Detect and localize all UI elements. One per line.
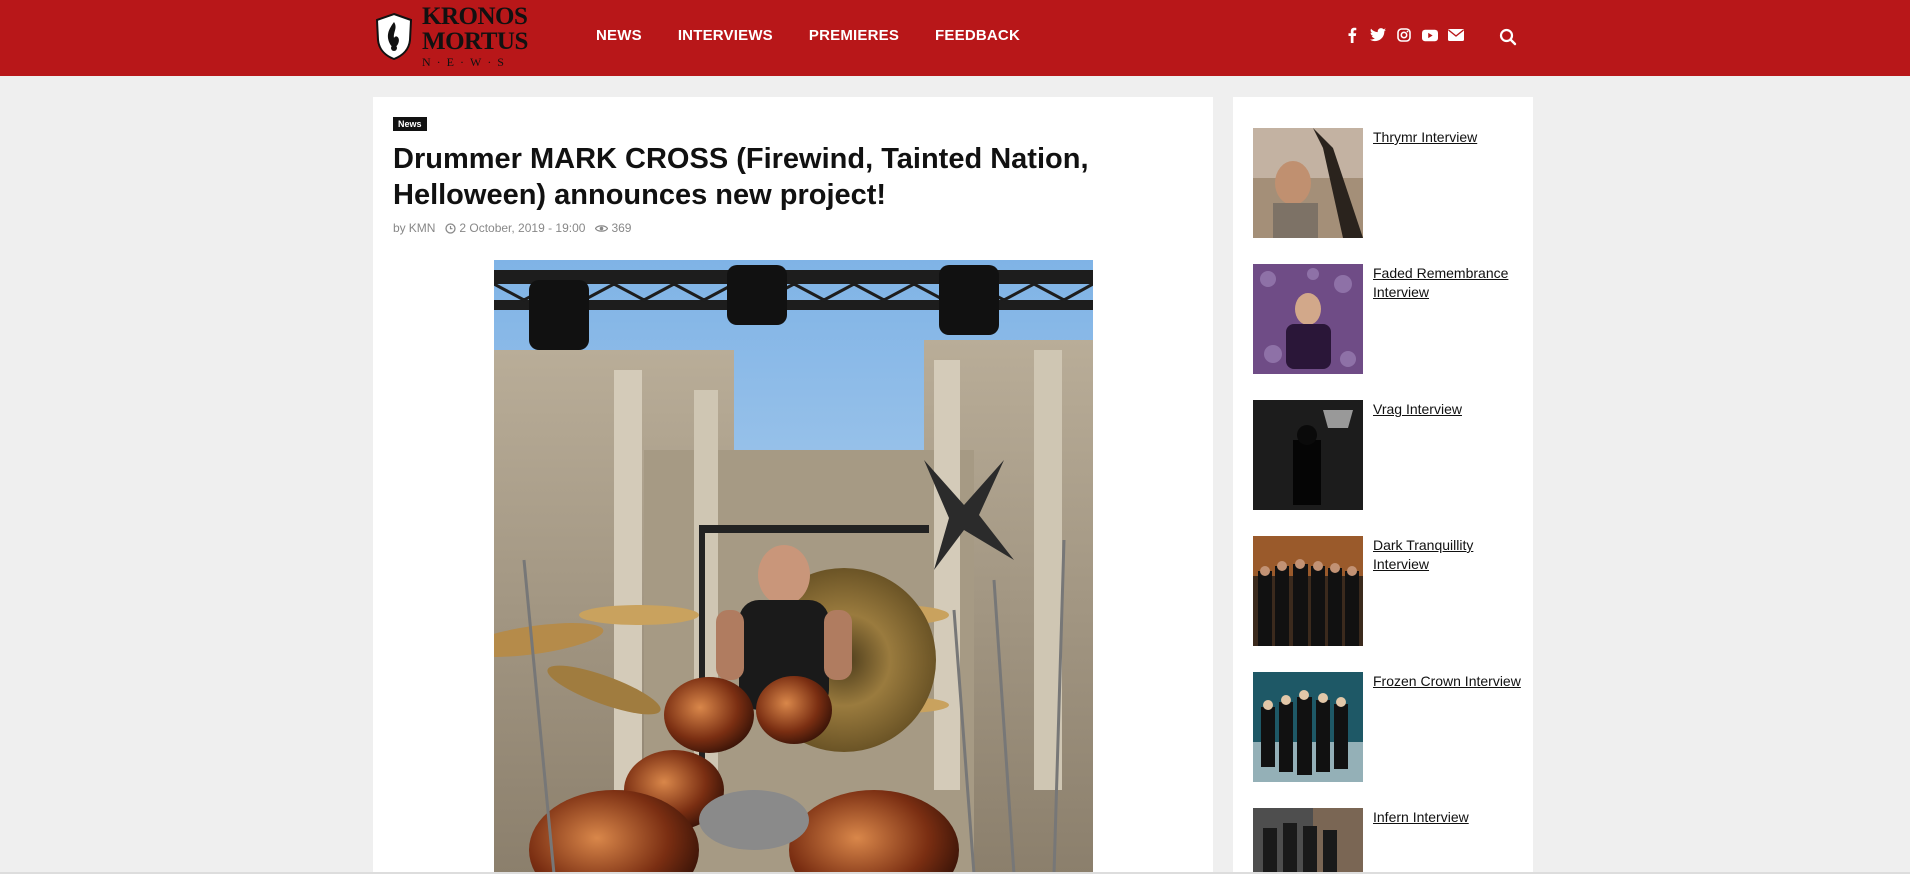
instagram-icon[interactable] (1396, 27, 1412, 43)
logo-shield-icon (375, 12, 413, 60)
sidebar-item-thumbnail[interactable] (1253, 536, 1363, 646)
article-title: Drummer MARK CROSS (Firewind, Tainted Na… (393, 143, 1089, 211)
author-meta: by KMN (393, 221, 435, 235)
sidebar-item-title[interactable]: Faded Remembrance Interview (1373, 264, 1523, 302)
logo-line-1: KRONOS (422, 3, 528, 30)
sidebar-item-thumbnail[interactable] (1253, 128, 1363, 238)
nav-item-interviews[interactable]: INTERVIEWS (678, 27, 773, 44)
sidebar-item-title[interactable]: Frozen Crown Interview (1373, 672, 1523, 691)
nav-item-news[interactable]: NEWS (596, 27, 642, 44)
author-prefix: by (393, 221, 406, 235)
envelope-icon[interactable] (1448, 27, 1464, 43)
sidebar-item-title[interactable]: Thrymr Interview (1373, 128, 1523, 147)
sidebar-item-title[interactable]: Dark Tranquillity Interview (1373, 536, 1523, 574)
logo-wordmark: KRONOS MORTUS N·E·W·S (422, 4, 528, 68)
eye-icon (595, 224, 609, 232)
sidebar-item-title[interactable]: Vrag Interview (1373, 400, 1523, 419)
logo-line-3: N·E·W·S (422, 55, 510, 69)
nav-item-feedback[interactable]: FEEDBACK (935, 27, 1020, 44)
category-badge[interactable]: News (393, 117, 427, 131)
views-meta: 369 (595, 221, 631, 235)
date-meta: 2 October, 2019 - 19:00 (445, 221, 585, 235)
article-meta: by KMN 2 October, 2019 - 19:00 369 (393, 221, 631, 235)
sidebar-item-title[interactable]: Infern Interview (1373, 808, 1523, 827)
site-logo[interactable]: KRONOS MORTUS N·E·W·S (374, 4, 528, 68)
sidebar-item-thumbnail[interactable] (1253, 400, 1363, 510)
social-links (1344, 27, 1464, 43)
sidebar-item-thumbnail[interactable] (1253, 264, 1363, 374)
search-icon[interactable] (1499, 28, 1517, 46)
site-header: KRONOS MORTUS N·E·W·S NEWS INTERVIEWS PR… (0, 0, 1910, 76)
youtube-icon[interactable] (1422, 27, 1438, 43)
author-link[interactable]: KMN (409, 221, 436, 235)
nav-item-premieres[interactable]: PREMIERES (809, 27, 899, 44)
main-nav: NEWS INTERVIEWS PREMIERES FEEDBACK (596, 27, 1020, 44)
facebook-icon[interactable] (1344, 27, 1360, 43)
sidebar-item-thumbnail[interactable] (1253, 672, 1363, 782)
article-featured-image (494, 260, 1093, 874)
sidebar-item-thumbnail[interactable] (1253, 808, 1363, 874)
article-panel: News Drummer MARK CROSS (Firewind, Taint… (373, 97, 1213, 874)
sidebar-recent-interviews: Thrymr Interview Faded Remembrance Inter… (1233, 97, 1533, 874)
view-count: 369 (611, 221, 632, 235)
twitter-icon[interactable] (1370, 27, 1386, 43)
clock-icon (445, 222, 457, 234)
logo-line-2: MORTUS (422, 28, 528, 55)
post-date: 2 October, 2019 - 19:00 (459, 221, 586, 235)
